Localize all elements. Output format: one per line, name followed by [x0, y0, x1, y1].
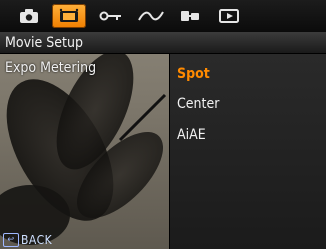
option-aiae[interactable]: AiAE [177, 127, 206, 143]
tab-key[interactable] [94, 4, 128, 28]
option-spot[interactable]: Spot [177, 66, 210, 82]
top-menu-bar [0, 0, 326, 33]
curve-icon [138, 11, 164, 21]
connection-icon [181, 11, 199, 21]
tab-camera[interactable] [12, 4, 46, 28]
back-label: BACK [21, 233, 53, 247]
tab-movie[interactable] [52, 4, 86, 28]
tab-curve[interactable] [134, 4, 168, 28]
tab-connection[interactable] [172, 4, 206, 28]
page-title: Movie Setup [0, 32, 326, 54]
key-icon [99, 11, 121, 21]
playback-icon [219, 9, 239, 23]
option-center[interactable]: Center [177, 96, 219, 112]
movie-icon [59, 8, 79, 22]
options-panel: Spot Center AiAE [169, 54, 326, 249]
setting-label: Expo Metering [5, 60, 97, 76]
tab-playback[interactable] [212, 4, 246, 28]
back-hint[interactable]: ↩ BACK [3, 232, 52, 248]
camera-icon [20, 9, 38, 23]
back-key-icon: ↩ [3, 233, 19, 247]
